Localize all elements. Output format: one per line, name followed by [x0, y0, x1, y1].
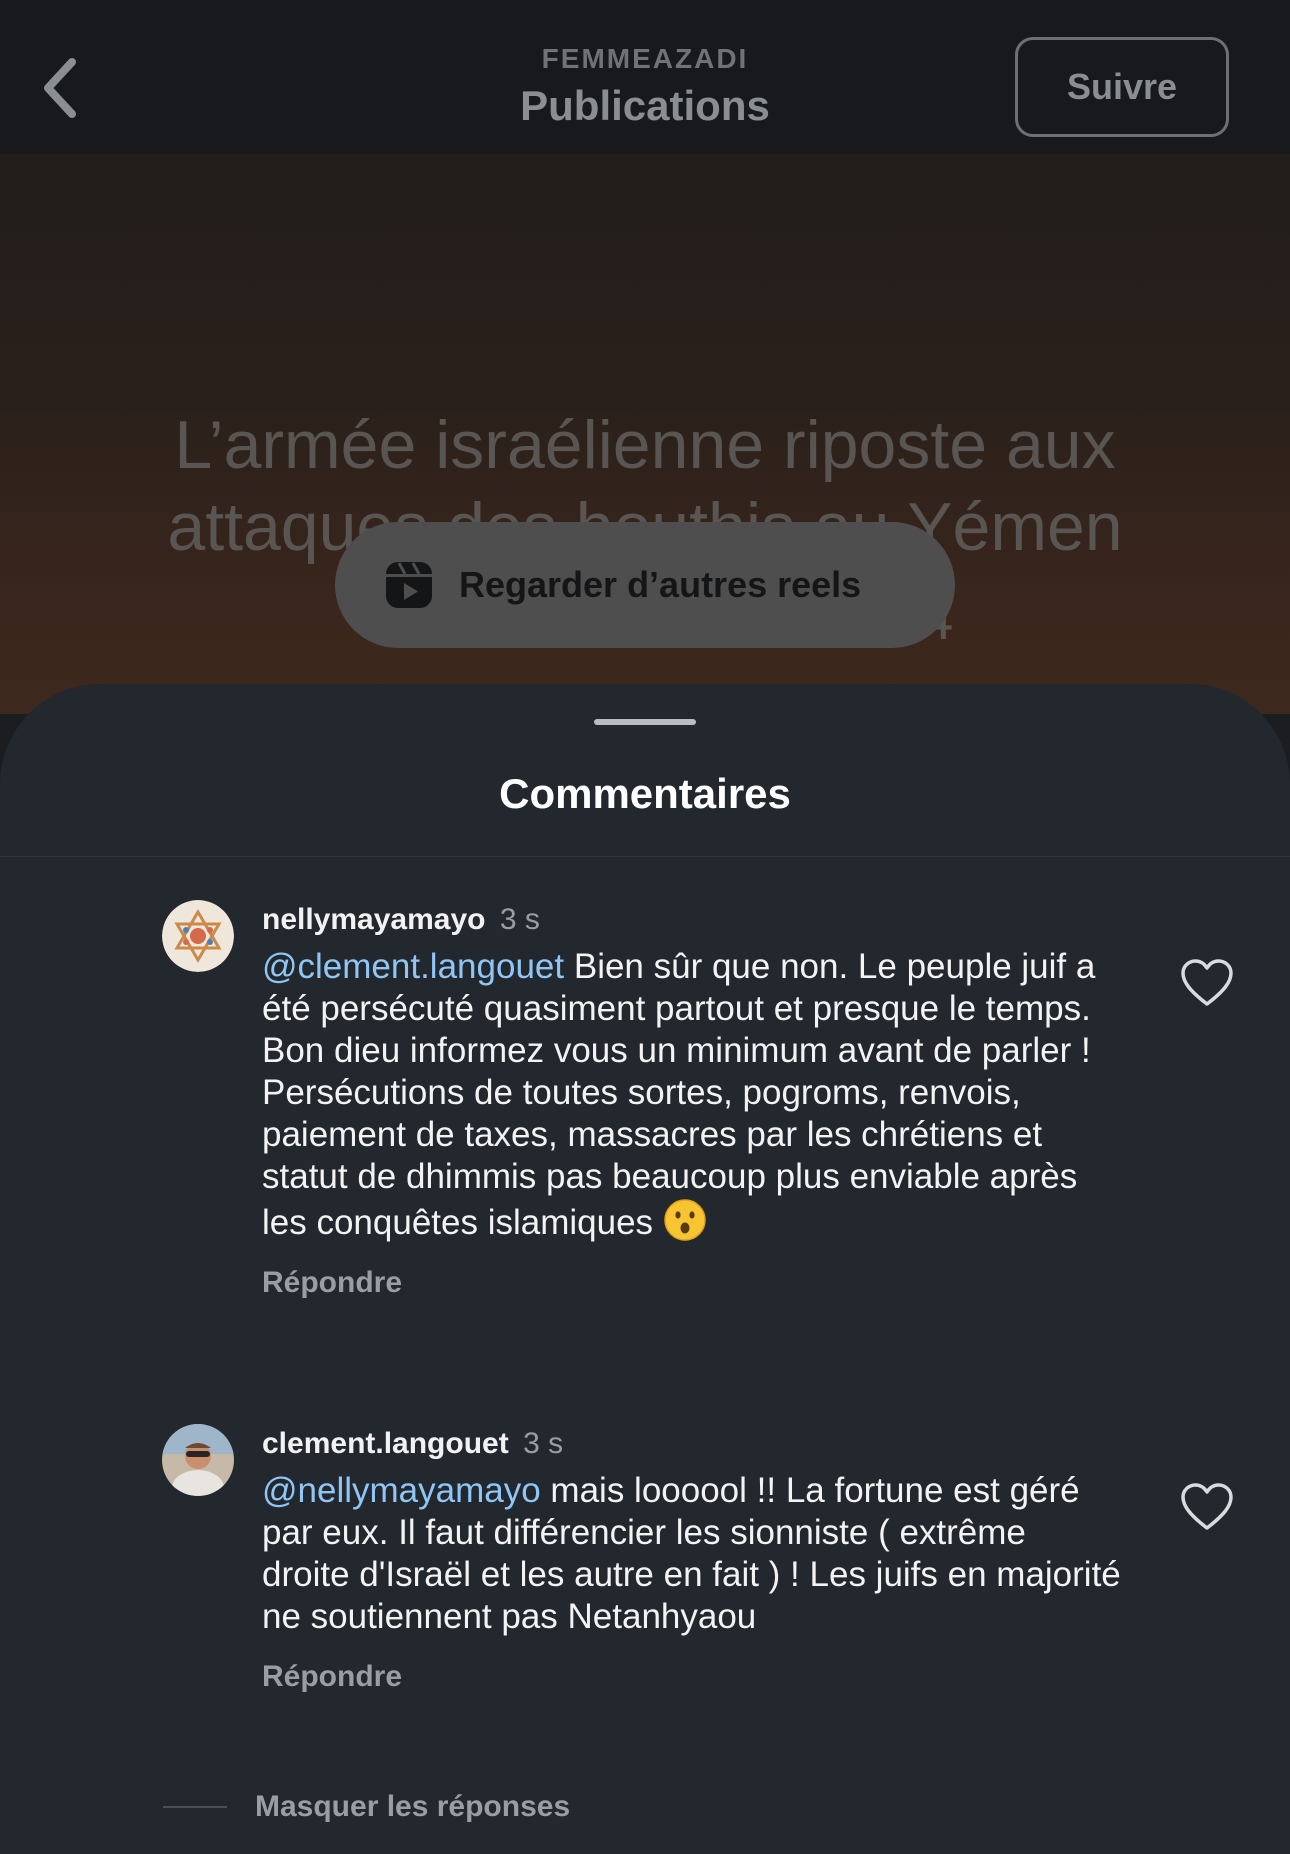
like-button[interactable]	[1180, 1482, 1234, 1532]
comment-time: 3 s	[499, 903, 540, 936]
divider	[163, 1806, 227, 1808]
comment-header: nellymayamayo 3 s	[262, 900, 1122, 940]
reel-video[interactable]: L’armée israélienne riposte aux attaques…	[0, 154, 1290, 714]
reels-icon	[386, 562, 432, 608]
comment-text: @clement.langouet Bien sûr que non. Le p…	[262, 946, 1122, 1244]
reply-button[interactable]: Répondre	[262, 1266, 402, 1300]
comment-mention[interactable]: @clement.langouet	[262, 947, 564, 986]
account-name: FEMMEAZADI	[541, 43, 749, 74]
watch-more-reels-button[interactable]: Regarder d’autres reels	[335, 522, 955, 648]
sheet-drag-handle[interactable]	[594, 719, 696, 725]
follow-button[interactable]: Suivre	[1015, 37, 1229, 137]
back-button[interactable]	[30, 48, 90, 128]
comment-text: @nellymayamayo mais loooool !! La fortun…	[262, 1470, 1122, 1638]
watch-more-reels-label: Regarder d’autres reels	[459, 564, 862, 605]
like-button[interactable]	[1180, 958, 1234, 1008]
comment-mention[interactable]: @nellymayamayo	[262, 1471, 541, 1510]
avatar-image	[162, 1424, 234, 1496]
reply-button[interactable]: Répondre	[262, 1660, 402, 1694]
avatar[interactable]	[162, 900, 234, 972]
header-titles: FEMMEAZADI Publications	[345, 40, 945, 134]
comments-title: Commentaires	[499, 770, 791, 817]
avatar-image	[162, 900, 234, 972]
heart-icon	[1181, 959, 1233, 1006]
comments-sheet: Commentaires nellymayamayo 3 s @clement.…	[0, 684, 1290, 1854]
comment-username[interactable]: nellymayamayo	[262, 903, 485, 936]
heart-icon	[1181, 1483, 1233, 1530]
comment-time: 3 s	[523, 1427, 564, 1460]
comment-username[interactable]: clement.langouet	[262, 1427, 509, 1460]
divider	[0, 856, 1290, 857]
hide-replies-label: Masquer les réponses	[255, 1790, 571, 1823]
comment-body: clement.langouet 3 s @nellymayamayo mais…	[262, 1424, 1122, 1694]
astonished-face-emoji	[664, 1199, 706, 1241]
hide-replies-button[interactable]: Masquer les réponses	[163, 1790, 570, 1824]
page-title: Publications	[520, 82, 770, 129]
chevron-left-icon	[44, 58, 76, 118]
comment-header: clement.langouet 3 s	[262, 1424, 1122, 1464]
comment-body: nellymayamayo 3 s @clement.langouet Bien…	[262, 900, 1122, 1300]
video-caption-line-1: L’armée israélienne riposte aux	[174, 407, 1116, 483]
avatar[interactable]	[162, 1424, 234, 1496]
top-navigation-bar: FEMMEAZADI Publications Suivre	[0, 0, 1290, 154]
